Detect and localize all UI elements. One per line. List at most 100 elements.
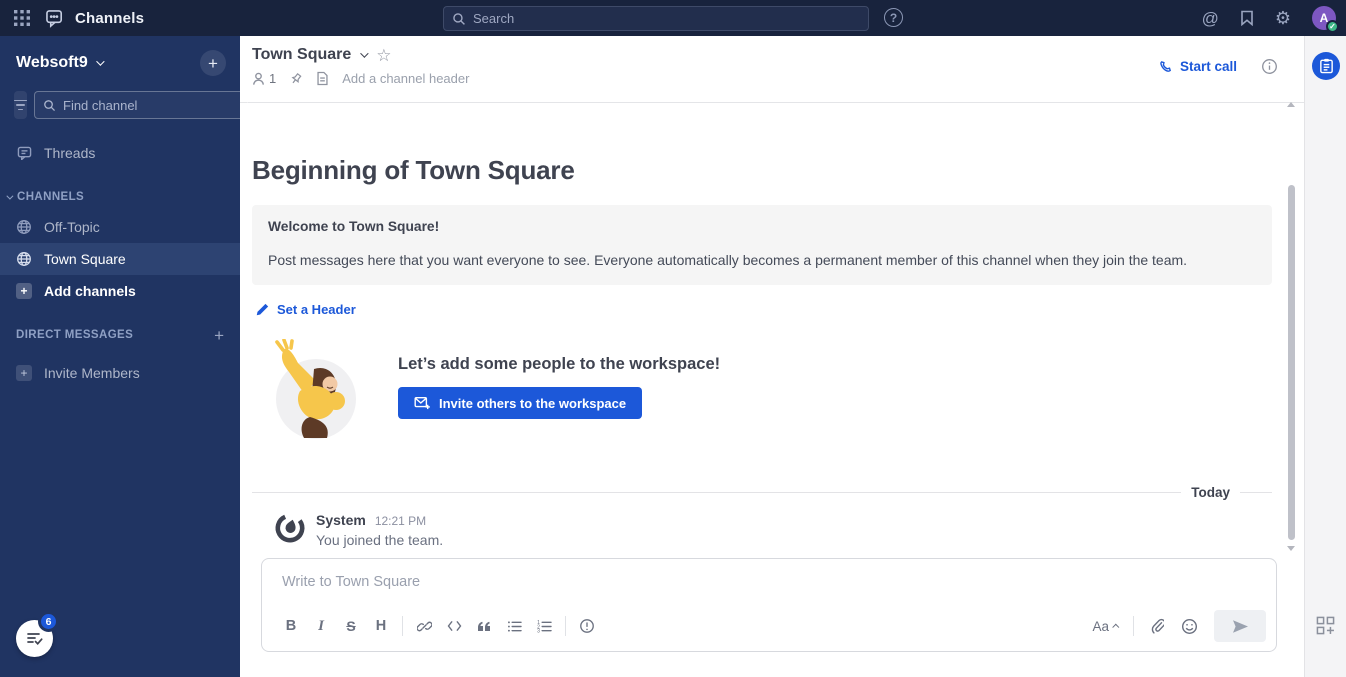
- pencil-icon: [256, 303, 269, 316]
- app-title: Channels: [75, 9, 145, 27]
- text-format-toggle[interactable]: Aa: [1086, 615, 1125, 638]
- envelope-plus-icon: [414, 396, 430, 410]
- favorite-star-icon[interactable]: ☆: [376, 47, 391, 64]
- add-channel-header-button[interactable]: Add a channel header: [342, 71, 469, 86]
- plus-square-icon: +: [16, 283, 32, 299]
- welcome-banner: Welcome to Town Square! Post messages he…: [252, 205, 1272, 285]
- category-label: DIRECT MESSAGES: [16, 329, 134, 341]
- message-priority-icon[interactable]: [572, 611, 602, 641]
- apps-grid-icon[interactable]: [1316, 616, 1335, 635]
- link-icon[interactable]: [409, 611, 439, 641]
- send-icon: [1232, 619, 1249, 634]
- boards-plugin-icon[interactable]: [1312, 52, 1340, 80]
- channel-members-button[interactable]: 1: [252, 71, 276, 86]
- date-divider: Today: [252, 485, 1272, 500]
- channel-view: Town Square ☆ 1 Add a channel header Sta…: [240, 36, 1304, 677]
- onboarding-checklist-button[interactable]: 6: [16, 611, 59, 657]
- app-bar: [1304, 36, 1346, 677]
- pinned-posts-icon[interactable]: [289, 72, 303, 86]
- phone-icon: [1159, 60, 1173, 74]
- globe-icon: [16, 251, 32, 267]
- start-call-label: Start call: [1179, 59, 1237, 74]
- team-name: Websoft9: [16, 54, 88, 71]
- channel-info-icon[interactable]: [1261, 58, 1278, 75]
- global-search[interactable]: [443, 6, 869, 31]
- sidebar-item-label: Town Square: [44, 251, 126, 267]
- scroll-up-arrow[interactable]: [1287, 102, 1295, 107]
- channel-filter-icon[interactable]: [14, 91, 27, 119]
- svg-text:3: 3: [537, 628, 540, 632]
- member-count: 1: [269, 71, 277, 86]
- invite-prompt: Let’s add some people to the workspace! …: [270, 339, 1272, 441]
- channel-header: Town Square ☆ 1 Add a channel header Sta…: [240, 36, 1304, 103]
- online-status-icon: ✓: [1326, 20, 1339, 33]
- bulleted-list-icon[interactable]: [499, 611, 529, 641]
- invite-others-button[interactable]: Invite others to the workspace: [398, 387, 643, 419]
- at-mention-icon[interactable]: @: [1202, 10, 1219, 27]
- quote-icon[interactable]: [469, 611, 499, 641]
- plus-square-icon: +: [16, 365, 32, 381]
- text-format-label: Aa: [1092, 618, 1109, 634]
- channel-header-file-icon[interactable]: [316, 71, 329, 86]
- code-icon[interactable]: [439, 611, 469, 641]
- bold-icon[interactable]: B: [276, 611, 306, 641]
- invite-members-button[interactable]: + Invite Members: [0, 357, 240, 389]
- channels-category[interactable]: CHANNELS: [0, 183, 240, 211]
- heading-icon[interactable]: H: [366, 611, 396, 641]
- search-input[interactable]: [473, 11, 860, 26]
- chevron-up-icon: [1112, 623, 1120, 631]
- global-header: Channels ? @ ⚙ A ✓: [0, 0, 1346, 36]
- channel-title: Town Square: [252, 46, 352, 63]
- chevron-down-icon: [95, 57, 105, 66]
- checklist-icon: [26, 631, 43, 646]
- system-avatar[interactable]: [274, 512, 306, 544]
- settings-gear-icon[interactable]: ⚙: [1275, 9, 1291, 27]
- avatar[interactable]: A ✓: [1312, 6, 1339, 33]
- message-scrollbar[interactable]: [1287, 100, 1296, 677]
- channel-intro-heading: Beginning of Town Square: [252, 155, 575, 185]
- emoji-icon[interactable]: [1174, 611, 1204, 641]
- find-channel-box[interactable]: [34, 91, 248, 119]
- sidebar-item-town-square[interactable]: Town Square: [0, 243, 240, 275]
- scroll-down-arrow[interactable]: [1287, 546, 1295, 551]
- scrollbar-thumb[interactable]: [1288, 185, 1295, 540]
- sidebar-item-label: Off-Topic: [44, 219, 100, 235]
- channel-sidebar: Websoft9 + Threads CHANNELS: [0, 36, 248, 677]
- set-header-button[interactable]: Set a Header: [256, 302, 356, 317]
- search-icon: [43, 99, 56, 112]
- welcome-body: Post messages here that you want everyon…: [268, 252, 1188, 268]
- direct-messages-category[interactable]: DIRECT MESSAGES +: [0, 321, 240, 349]
- message-list: Beginning of Town Square Welcome to Town…: [240, 103, 1304, 558]
- saved-messages-icon[interactable]: [1240, 10, 1254, 26]
- message-text: You joined the team.: [316, 532, 444, 548]
- channel-menu-button[interactable]: Town Square: [252, 46, 369, 64]
- add-team-button[interactable]: +: [200, 50, 226, 76]
- checklist-badge: 6: [38, 611, 59, 632]
- search-icon: [452, 12, 466, 26]
- message-row: System 12:21 PM You joined the team.: [274, 512, 1272, 548]
- strikethrough-icon[interactable]: S: [336, 611, 366, 641]
- product-switcher-icon[interactable]: [13, 9, 31, 27]
- find-channel-input[interactable]: [63, 97, 239, 113]
- team-menu[interactable]: Websoft9: [16, 54, 105, 72]
- help-icon[interactable]: ?: [884, 8, 903, 27]
- sidebar-item-off-topic[interactable]: Off-Topic: [0, 211, 240, 243]
- numbered-list-icon[interactable]: 123: [529, 611, 559, 641]
- add-channels-button[interactable]: + Add channels: [0, 275, 240, 307]
- message-input[interactable]: [262, 559, 1276, 590]
- sidebar-item-label: Add channels: [44, 283, 136, 299]
- chevron-down-icon: [360, 49, 369, 58]
- start-call-button[interactable]: Start call: [1159, 59, 1237, 74]
- add-direct-message-button[interactable]: +: [214, 327, 224, 344]
- members-icon: [252, 72, 265, 86]
- invite-heading: Let’s add some people to the workspace!: [398, 355, 721, 373]
- message-timestamp: 12:21 PM: [374, 514, 427, 528]
- send-button[interactable]: [1214, 610, 1266, 642]
- category-label: CHANNELS: [17, 191, 85, 203]
- sidebar-item-threads[interactable]: Threads: [0, 137, 240, 169]
- italic-icon[interactable]: I: [306, 611, 336, 641]
- date-divider-label: Today: [1191, 485, 1230, 500]
- attach-file-icon[interactable]: [1142, 611, 1172, 641]
- threads-icon: [16, 146, 32, 160]
- message-author[interactable]: System: [316, 512, 366, 528]
